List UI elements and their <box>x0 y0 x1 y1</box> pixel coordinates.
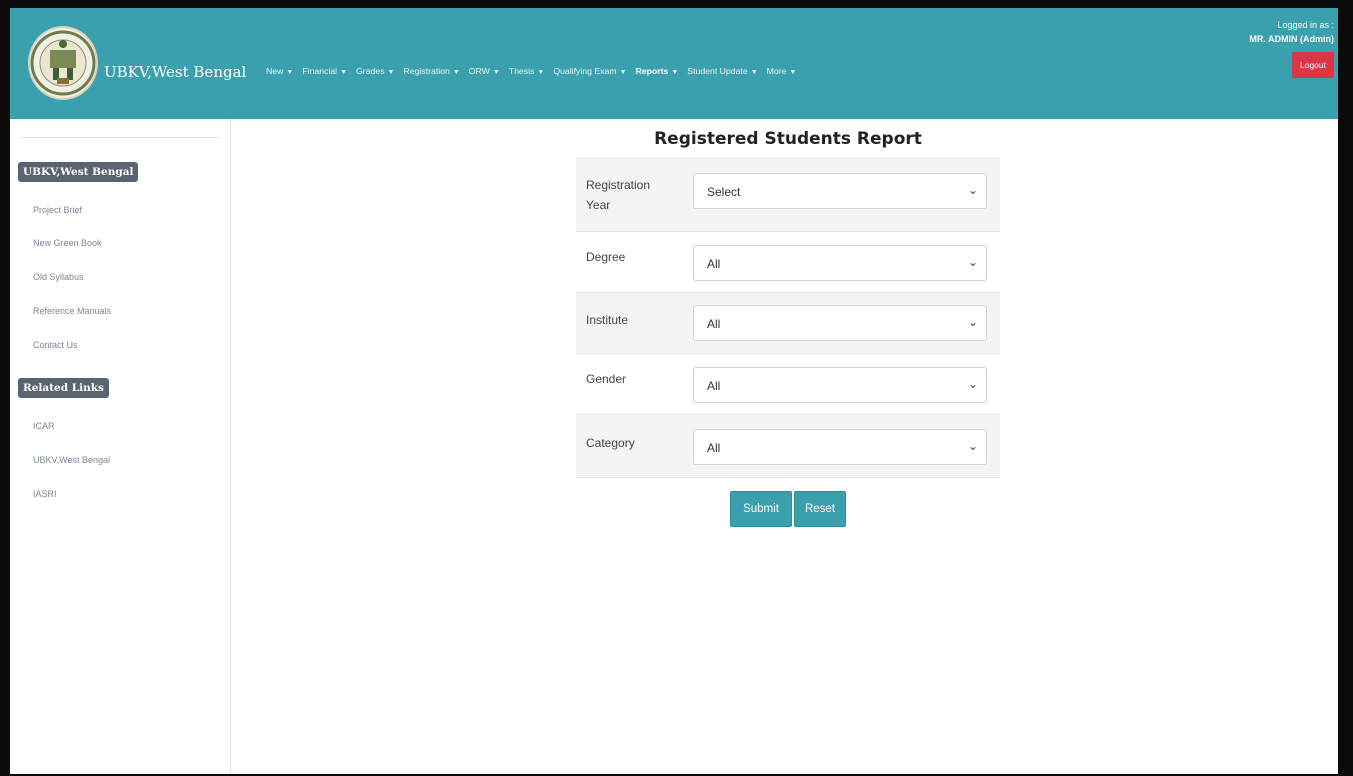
caret-down-icon: ▼ <box>492 69 500 76</box>
user-name: MR. ADMIN (Admin) <box>1249 34 1334 44</box>
sidebar-item-icar[interactable]: ICAR <box>33 421 55 431</box>
top-navbar: UBKV,West Bengal New ▼ Financial ▼ Grades ▼… <box>10 8 1338 119</box>
chevron-down-icon: ⌄ <box>967 255 978 269</box>
form-row-institute: Institute All ⌄ <box>576 292 1000 353</box>
menu-grades[interactable]: Grades ▼ <box>356 66 394 76</box>
select-value: All <box>707 441 721 455</box>
menu-financial[interactable]: Financial ▼ <box>302 66 347 76</box>
logout-button[interactable]: Logout <box>1292 52 1334 78</box>
institute-select[interactable]: All ⌄ <box>693 305 987 341</box>
select-value: All <box>707 317 721 331</box>
sidebar-item-project-brief[interactable]: Project Brief <box>33 205 82 215</box>
sidebar-item-new-green-book[interactable]: New Green Book <box>33 238 102 248</box>
form-row-gender: Gender All ⌄ <box>576 353 1000 414</box>
sidebar-section-title: UBKV,West Bengal <box>18 162 139 182</box>
menu-registration[interactable]: Registration ▼ <box>403 66 459 76</box>
field-label: Registration Year <box>586 178 651 212</box>
menu-qualifying-exam[interactable]: Qualifying Exam ▼ <box>553 66 626 76</box>
sidebar-item-iasri[interactable]: IASRI <box>33 489 57 499</box>
caret-down-icon: ▼ <box>340 69 348 76</box>
select-value: All <box>707 257 721 271</box>
app-window: UBKV,West Bengal New ▼ Financial ▼ Grades ▼… <box>10 8 1338 774</box>
form-row-degree: Degree All ⌄ <box>576 231 1000 292</box>
caret-down-icon: ▼ <box>619 69 627 76</box>
caret-down-icon: ▼ <box>789 69 797 76</box>
caret-down-icon: ▼ <box>671 69 679 76</box>
menu-student-update[interactable]: Student Update ▼ <box>687 66 757 76</box>
main-menu: New ▼ Financial ▼ Grades ▼ Registration ▼ OR… <box>266 66 796 76</box>
form-row-registration-year: Registration Year Select ⌄ <box>576 158 1000 231</box>
caret-down-icon: ▼ <box>537 69 545 76</box>
menu-new[interactable]: New ▼ <box>266 66 293 76</box>
university-logo[interactable] <box>28 26 98 100</box>
sidebar-item-reference-manuals[interactable]: Reference Manuals <box>33 306 111 316</box>
sidebar-divider <box>20 137 220 138</box>
registration-year-select[interactable]: Select ⌄ <box>693 173 987 209</box>
form-row-category: Category All ⌄ <box>576 414 1000 478</box>
user-info: Logged in as : MR. ADMIN (Admin) Logout <box>1249 18 1334 78</box>
category-select[interactable]: All ⌄ <box>693 429 987 465</box>
logged-in-label: Logged in as : <box>1277 20 1334 30</box>
menu-orw[interactable]: ORW ▼ <box>469 66 500 76</box>
menu-more[interactable]: More ▼ <box>767 66 797 76</box>
page-title: Registered Students Report <box>654 129 922 149</box>
chevron-down-icon: ⌄ <box>967 439 978 453</box>
select-value: All <box>707 379 721 393</box>
caret-down-icon: ▼ <box>387 69 395 76</box>
menu-thesis[interactable]: Thesis ▼ <box>509 66 545 76</box>
degree-select[interactable]: All ⌄ <box>693 245 987 281</box>
menu-reports[interactable]: Reports ▼ <box>636 66 679 76</box>
sidebar-item-ubkv[interactable]: UBKV,West Bengal <box>33 455 110 465</box>
select-value: Select <box>707 185 741 199</box>
caret-down-icon: ▼ <box>452 69 460 76</box>
field-label: Degree <box>586 250 626 264</box>
caret-down-icon: ▼ <box>750 69 758 76</box>
chevron-down-icon: ⌄ <box>967 377 978 391</box>
field-label: Institute <box>586 313 629 327</box>
sidebar-item-contact-us[interactable]: Contact Us <box>33 340 78 350</box>
submit-button[interactable]: Submit <box>730 491 792 527</box>
field-label: Category <box>586 436 635 450</box>
sidebar-section-title: Related Links <box>18 378 109 398</box>
sidebar: UBKV,West Bengal Project Brief New Green… <box>10 119 231 774</box>
reset-button[interactable]: Reset <box>794 491 846 527</box>
field-label: Gender <box>586 372 627 386</box>
gender-select[interactable]: All ⌄ <box>693 367 987 403</box>
brand-name[interactable]: UBKV,West Bengal <box>104 63 246 81</box>
caret-down-icon: ▼ <box>286 69 294 76</box>
chevron-down-icon: ⌄ <box>967 183 978 197</box>
sidebar-item-old-syllabus[interactable]: Old Syllabus <box>33 272 84 282</box>
chevron-down-icon: ⌄ <box>967 315 978 329</box>
report-filter-form: Registration Year Select ⌄ Degree All ⌄ … <box>576 158 1000 478</box>
